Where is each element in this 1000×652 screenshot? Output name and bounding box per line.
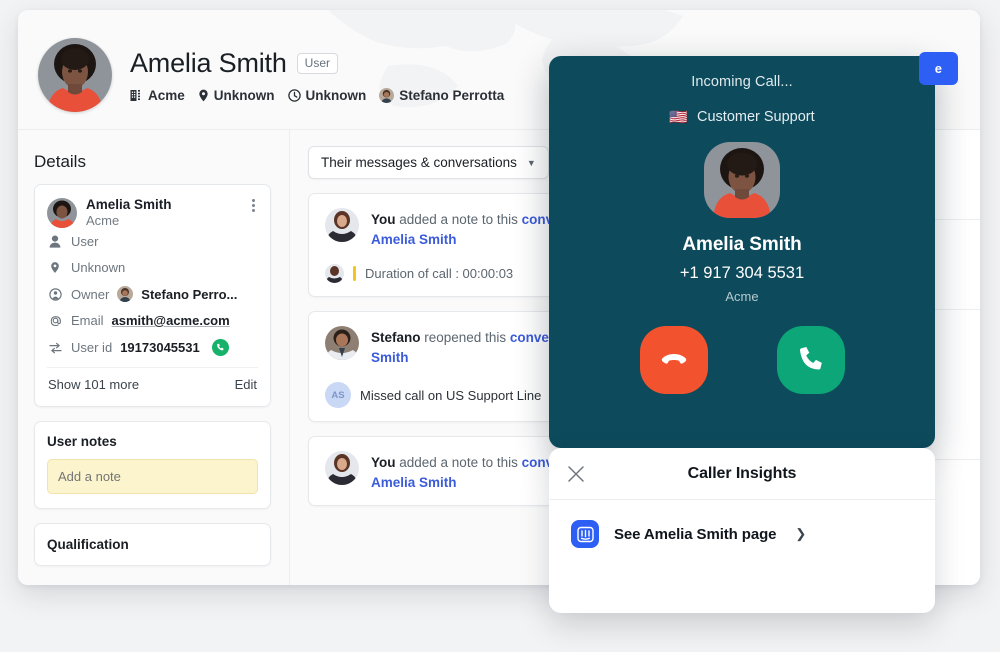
intercom-app-icon <box>571 520 599 548</box>
person-icon <box>47 235 63 248</box>
note-accent-bar <box>353 266 356 282</box>
meta-owner-label: Stefano Perrotta <box>399 88 505 103</box>
globe-icon <box>47 287 63 301</box>
detail-row-owner: Owner Stefano Perro... <box>47 280 258 307</box>
detail-userid-value: 19173045531 <box>120 340 200 355</box>
qualification-title: Qualification <box>47 537 129 552</box>
show-more-link[interactable]: Show 101 more <box>48 377 139 392</box>
clock-icon <box>287 89 301 102</box>
feed-note-avatar <box>325 264 344 284</box>
feed-action: added a note to this <box>395 212 522 227</box>
caller-insights-panel: Caller Insights See Amelia Smith page ❯ <box>549 448 935 613</box>
meta-company: Acme <box>130 88 185 103</box>
feed-filter-label: Their messages & conversations <box>321 155 517 170</box>
caller-number: +1 917 304 5531 <box>679 264 805 282</box>
owner-avatar <box>379 88 395 103</box>
meta-location-label: Unknown <box>213 88 275 103</box>
role-badge: User <box>296 53 338 74</box>
profile-meta-row: Acme Unknown Unknown Stefano Perrotta <box>130 88 510 103</box>
decline-call-button[interactable] <box>639 326 708 394</box>
meta-time: Unknown <box>287 88 367 103</box>
caller-org: Acme <box>725 289 759 304</box>
feed-filter-dropdown[interactable]: Their messages & conversations ▼ <box>308 146 549 179</box>
detail-user-label: User <box>71 234 99 249</box>
details-sidebar: Details Amelia Smith Acme User Unknown O… <box>18 130 290 585</box>
answer-call-button[interactable] <box>776 326 845 394</box>
feed-action: reopened this <box>420 330 510 346</box>
location-pin-icon <box>47 261 63 274</box>
header-action-button[interactable]: e <box>918 52 958 85</box>
feed-event-text: Missed call on US Support Line <box>360 387 542 403</box>
feed-avatar <box>325 451 359 486</box>
profile-header-text: Amelia Smith User Acme Unknown Unknown S… <box>130 48 510 103</box>
add-note-input[interactable] <box>47 459 258 494</box>
at-icon <box>47 314 63 327</box>
details-heading: Details <box>34 152 86 171</box>
caller-insights-header: Caller Insights <box>549 448 935 500</box>
user-notes-card: User notes <box>34 421 271 509</box>
screen: Amelia Smith User Acme Unknown Unknown S… <box>0 0 1000 652</box>
detail-row-user: User <box>47 228 258 254</box>
edit-link[interactable]: Edit <box>235 377 257 392</box>
chevron-right-icon: ❯ <box>795 526 807 541</box>
feed-initials-avatar: AS <box>325 382 351 409</box>
building-icon <box>130 90 140 101</box>
detail-owner-value: Stefano Perro... <box>141 286 238 302</box>
detail-owner-label: Owner <box>71 286 110 302</box>
see-contact-page-item[interactable]: See Amelia Smith page ❯ <box>549 500 935 548</box>
feed-link-2[interactable]: Amelia Smith <box>371 475 457 490</box>
contact-name: Amelia Smith <box>86 197 172 212</box>
page-title: Amelia Smith <box>130 48 287 78</box>
call-user-icon[interactable] <box>211 339 229 356</box>
phone-hangup-icon <box>661 354 686 364</box>
feed-avatar <box>325 208 359 242</box>
caller-avatar <box>704 142 780 218</box>
profile-header: Amelia Smith User Acme Unknown Unknown S… <box>18 10 980 130</box>
contact-org: Acme <box>86 213 120 228</box>
detail-userid-label: User id <box>71 340 113 355</box>
close-icon[interactable] <box>567 465 585 483</box>
profile-avatar <box>38 37 112 112</box>
see-contact-page-label: See Amelia Smith page <box>614 525 777 543</box>
meta-time-label: Unknown <box>305 88 367 103</box>
contact-more-menu-icon[interactable] <box>249 197 258 214</box>
phone-icon <box>799 347 822 370</box>
contact-card-footer: Show 101 more Edit <box>47 367 258 400</box>
meta-company-label: Acme <box>148 88 185 103</box>
contact-details-card: Amelia Smith Acme User Unknown Owner Ste… <box>34 184 271 407</box>
chevron-down-icon: ▼ <box>526 157 536 168</box>
caller-name: Amelia Smith <box>682 234 802 255</box>
detail-row-location: Unknown <box>47 254 258 280</box>
detail-location-label: Unknown <box>71 260 126 275</box>
owner-avatar <box>117 286 134 302</box>
caller-insights-title: Caller Insights <box>687 464 797 482</box>
call-action-buttons <box>639 326 845 394</box>
location-pin-icon <box>199 89 208 102</box>
detail-email-value[interactable]: asmith@acme.com <box>112 313 230 328</box>
feed-avatar <box>325 326 359 361</box>
contact-avatar <box>47 198 77 228</box>
detail-row-userid: User id 19173045531 <box>47 333 258 361</box>
meta-owner: Stefano Perrotta <box>379 88 504 103</box>
user-notes-title: User notes <box>47 434 117 449</box>
detail-row-email: Email asmith@acme.com <box>47 307 258 333</box>
feed-actor: Stefano <box>371 330 421 346</box>
qualification-card: Qualification <box>34 523 271 566</box>
detail-email-label: Email <box>71 313 104 328</box>
id-icon <box>47 342 63 354</box>
feed-action: added a note to this <box>395 455 522 471</box>
feed-note-text: Duration of call : 00:00:03 <box>365 266 514 282</box>
meta-location: Unknown <box>198 88 275 103</box>
feed-actor: You <box>371 212 396 227</box>
feed-link-2[interactable]: Smith <box>371 350 409 365</box>
feed-link-2[interactable]: Amelia Smith <box>371 232 457 247</box>
feed-actor: You <box>371 455 396 471</box>
